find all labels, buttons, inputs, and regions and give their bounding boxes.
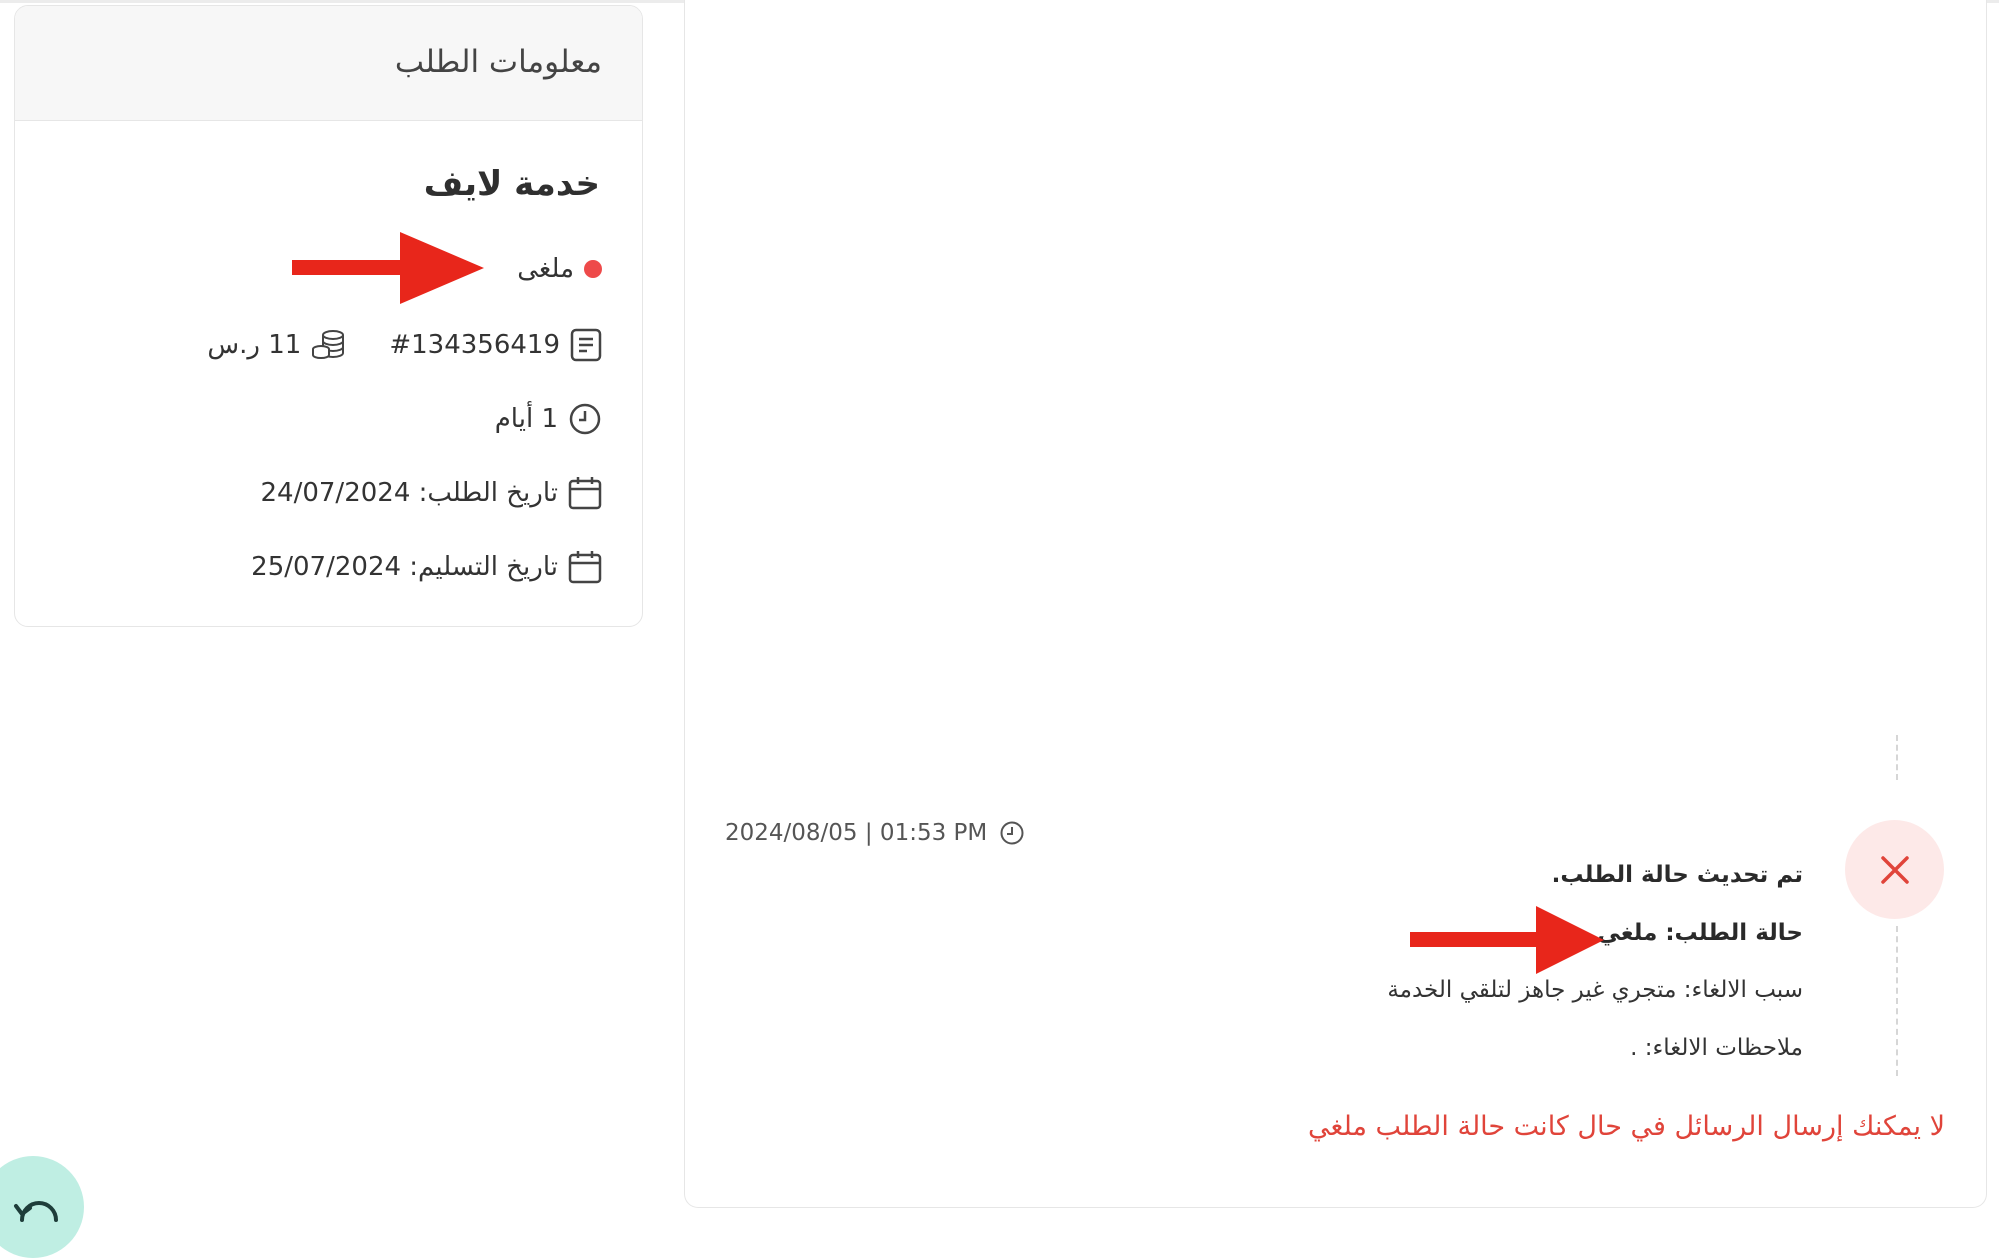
update-title: تم تحديث حالة الطلب.: [1551, 862, 1803, 888]
order-status: ملغى: [517, 254, 574, 284]
order-number: #134356419: [389, 330, 560, 360]
timestamp-text: 2024/08/05 | 01:53 PM: [725, 820, 988, 846]
order-number-row: #134356419 11 ر.س: [207, 328, 602, 362]
order-info-card: معلومات الطلب خدمة لايف ملغى #134356419 …: [14, 5, 643, 627]
refresh-button[interactable]: [0, 1156, 84, 1258]
clock-icon: [568, 402, 602, 436]
order-price: 11 ر.س: [207, 330, 302, 360]
service-name: خدمة لايف: [423, 164, 600, 204]
duration-row: 1 أيام: [495, 402, 602, 436]
status-dot: [584, 260, 602, 278]
refresh-icon: [14, 1201, 58, 1222]
order-date: تاريخ الطلب: 24/07/2024: [260, 478, 559, 508]
messaging-disabled-warning: لا يمكنك إرسال الرسائل في حال كانت حالة …: [1308, 1111, 1945, 1142]
order-info-header: معلومات الطلب: [15, 6, 642, 121]
status-line: حالة الطلب: ملغي: [1597, 920, 1803, 946]
timeline-connector-top: [1896, 735, 1898, 780]
cancel-reason-line: سبب الالغاء: متجري غير جاهز لتلقي الخدمة: [1387, 977, 1803, 1003]
order-timeline-panel: [684, 0, 1987, 1208]
order-info-title: معلومات الطلب: [394, 44, 602, 80]
receipt-icon: [570, 328, 602, 362]
cancelled-status-marker: [1845, 820, 1944, 919]
order-duration: 1 أيام: [494, 404, 558, 434]
order-status-row: ملغى: [517, 254, 602, 284]
close-icon: [1880, 855, 1909, 884]
calendar-icon: [568, 476, 602, 510]
delivery-date-row: تاريخ التسليم: 25/07/2024: [251, 550, 602, 584]
annotation-arrow-icon: [292, 232, 484, 304]
clock-icon: [1000, 821, 1024, 845]
order-date-row: تاريخ الطلب: 24/07/2024: [261, 476, 603, 510]
coins-icon: [311, 329, 347, 361]
timeline-connector-bottom: [1896, 926, 1898, 1076]
timeline-timestamp: 2024/08/05 | 01:53 PM: [725, 820, 1025, 846]
cancel-notes-line: ملاحظات الالغاء: .: [1630, 1035, 1803, 1061]
calendar-icon: [568, 550, 602, 584]
annotation-arrow-icon: [1410, 906, 1604, 974]
delivery-date: تاريخ التسليم: 25/07/2024: [251, 552, 558, 582]
